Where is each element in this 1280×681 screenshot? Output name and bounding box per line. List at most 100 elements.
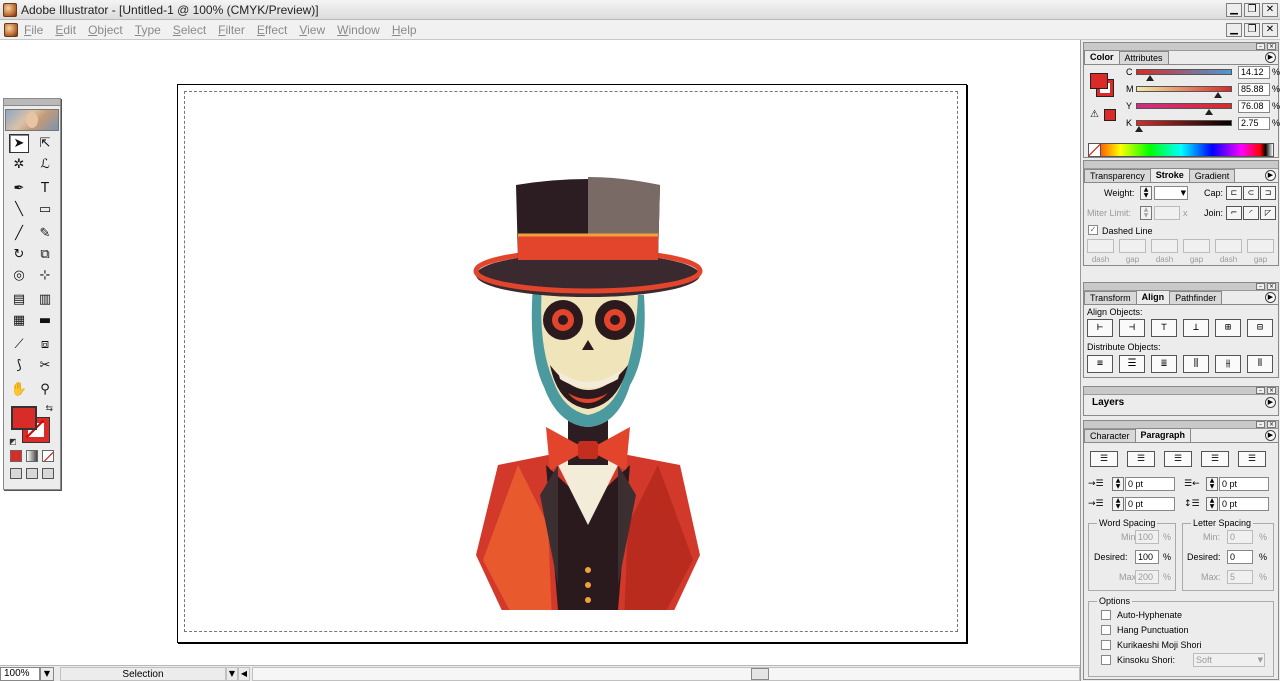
weight-dropdown-arrow-icon[interactable]: ▼ [1181,187,1186,199]
dash-field[interactable] [1151,239,1178,253]
channel-value-field[interactable]: 14.12 [1238,66,1270,79]
palette-minimize-icon[interactable]: – [1256,387,1265,394]
miter-limit-field[interactable] [1154,206,1180,220]
tab-stroke[interactable]: Stroke [1149,168,1190,182]
kinsoku-checkbox[interactable] [1101,655,1111,665]
layers-title[interactable]: Layers [1084,395,1278,409]
vertical-distribute-center-button[interactable]: ☰ [1119,355,1145,373]
tab-pathfinder[interactable]: Pathfinder [1169,291,1223,304]
slice-tool-icon[interactable]: ⟆ [9,356,29,375]
tab-transparency[interactable]: Transparency [1084,169,1151,182]
word-min-field[interactable]: 100 [1135,530,1159,544]
doc-minimize-button[interactable]: ▁ [1226,22,1242,37]
lasso-tool-icon[interactable]: ℒ [35,155,55,174]
warp-tool-icon[interactable]: ◎ [9,266,29,285]
menu-select[interactable]: Select [173,23,206,37]
right-indent-field[interactable]: 0 pt [1219,477,1269,491]
free-transform-tool-icon[interactable]: ⊹ [35,266,55,285]
blend-tool-icon[interactable]: ⧈ [35,335,55,354]
channel-slider[interactable] [1136,120,1232,126]
channel-value-field[interactable]: 2.75 [1238,117,1270,130]
status-mode-field[interactable]: Selection [60,666,226,681]
hang-punctuation-checkbox[interactable] [1101,625,1111,635]
layers-palette-grip[interactable]: – × [1084,387,1278,395]
channel-slider[interactable] [1136,103,1232,109]
vertical-align-center-button[interactable]: ⊞ [1215,319,1241,337]
paragraph-panel-menu-icon[interactable]: ▶ [1265,430,1276,441]
tab-attributes[interactable]: Attributes [1118,51,1169,64]
right-indent-stepper[interactable]: ▲ ▼ [1206,477,1218,491]
horizontal-distribute-left-button[interactable]: ⫼ [1183,355,1209,373]
kurikaeshi-checkbox[interactable] [1101,640,1111,650]
restore-button[interactable]: ❐ [1244,2,1260,17]
toolbox-grip[interactable] [4,99,60,106]
vertical-align-top-button[interactable]: ⊥ [1183,319,1209,337]
slider-thumb-icon[interactable] [1205,109,1214,115]
tab-transform[interactable]: Transform [1084,291,1137,304]
channel-value-field[interactable]: 85.88 [1238,83,1270,96]
align-left-button[interactable]: ☰ [1090,451,1118,467]
butt-cap-button[interactable]: ⊏ [1226,186,1242,200]
color-panel-menu-icon[interactable]: ▶ [1265,52,1276,63]
align-palette-grip[interactable]: – × [1084,283,1278,291]
scissors-tool-icon[interactable]: ✂ [35,356,55,375]
gap-field[interactable] [1183,239,1210,253]
illustrator-app-icon[interactable] [3,2,17,17]
menu-object[interactable]: Object [88,23,123,37]
fill-swatch[interactable] [11,406,37,430]
tab-color[interactable]: Color [1084,50,1120,64]
horizontal-distribute-center-button[interactable]: ⫵ [1215,355,1241,373]
slider-thumb-icon[interactable] [1134,126,1143,132]
channel-value-field[interactable]: 76.08 [1238,100,1270,113]
palette-close-icon[interactable]: × [1267,387,1276,394]
vertical-distribute-top-button[interactable]: ≡ [1087,355,1113,373]
skeleton-top-hat-artwork[interactable] [458,165,718,610]
color-fill-swatch[interactable] [1090,73,1108,89]
weight-stepper[interactable]: ▲ ▼ [1140,186,1152,200]
menu-view[interactable]: View [299,23,325,37]
pen-tool-icon[interactable]: ✒ [9,179,29,198]
slider-thumb-icon[interactable] [1214,92,1223,98]
standard-screen-mode-button[interactable] [10,468,22,479]
horizontal-align-left-button[interactable]: ⊢ [1087,319,1113,337]
justify-button[interactable]: ☰ [1201,451,1229,467]
menu-help[interactable]: Help [392,23,417,37]
gap-field[interactable] [1119,239,1146,253]
color-spectrum-ramp[interactable] [1088,143,1274,157]
stroke-panel-menu-icon[interactable]: ▶ [1265,170,1276,181]
type-tool-icon[interactable]: T [35,179,55,198]
justify-all-button[interactable]: ☰ [1238,451,1266,467]
hand-tool-icon[interactable]: ✋ [9,380,29,399]
palette-minimize-icon[interactable]: – [1256,421,1265,428]
rotate-tool-icon[interactable]: ↻ [9,245,29,264]
word-max-field[interactable]: 200 [1135,570,1159,584]
zoom-dropdown-arrow-icon[interactable]: ▼ [40,666,54,681]
doc-restore-button[interactable]: ❐ [1244,22,1260,37]
letter-max-field[interactable]: 5 [1227,570,1253,584]
vertical-align-bottom-button[interactable]: ⊟ [1247,319,1273,337]
slider-thumb-icon[interactable] [1145,75,1154,81]
pencil-tool-icon[interactable]: ✎ [35,224,55,243]
full-screen-mode-button[interactable] [42,468,54,479]
round-join-button[interactable]: ◜ [1243,206,1259,220]
menu-filter[interactable]: Filter [218,23,245,37]
palette-close-icon[interactable]: × [1267,421,1276,428]
first-line-indent-stepper[interactable]: ▲ ▼ [1112,497,1124,511]
left-indent-stepper[interactable]: ▲ ▼ [1112,477,1124,491]
kinsoku-dropdown-arrow-icon[interactable]: ▼ [1258,654,1263,666]
gradient-mode-button[interactable] [26,450,38,462]
menu-type[interactable]: Type [135,23,161,37]
document-canvas[interactable] [0,41,1080,665]
bevel-join-button[interactable]: ◸ [1260,206,1276,220]
align-right-button[interactable]: ☰ [1164,451,1192,467]
first-line-indent-field[interactable]: 0 pt [1125,497,1175,511]
color-mode-button[interactable] [10,450,22,462]
menu-file[interactable]: File [24,23,43,37]
dashed-line-checkbox[interactable]: ✓ [1088,225,1098,235]
symbol-sprayer-tool-icon[interactable]: ▤ [9,290,29,309]
column-graph-tool-icon[interactable]: ▥ [35,290,55,309]
paintbrush-tool-icon[interactable]: ╱ [9,224,29,243]
letter-desired-field[interactable]: 0 [1227,550,1253,564]
vertical-distribute-bottom-button[interactable]: ≣ [1151,355,1177,373]
illustrator-venus-logo[interactable] [5,109,59,131]
